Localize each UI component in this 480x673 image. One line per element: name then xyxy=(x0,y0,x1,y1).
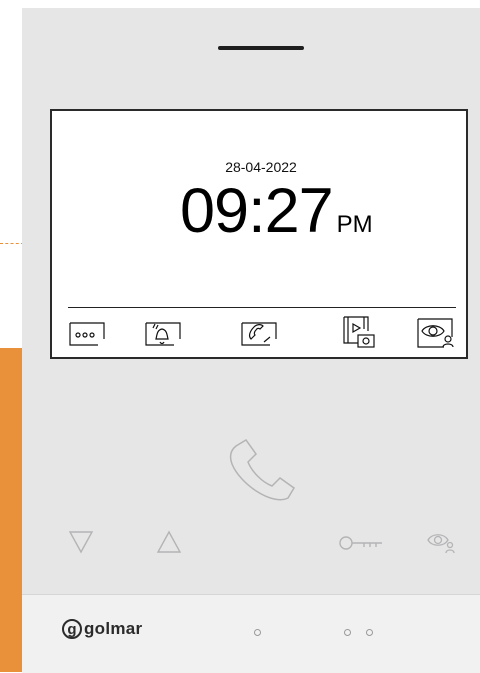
eye-user-icon[interactable] xyxy=(416,315,454,349)
triangle-down-icon[interactable] xyxy=(68,530,94,554)
speaker-slot xyxy=(218,46,304,50)
phone-icon[interactable] xyxy=(220,436,300,508)
menu-separator xyxy=(68,307,456,308)
bottom-strip: g golmar xyxy=(22,594,480,673)
handset-icon[interactable] xyxy=(240,315,278,349)
key-icon[interactable] xyxy=(338,536,384,550)
microphone-hole-2 xyxy=(366,629,373,636)
microphone-hole xyxy=(344,629,351,636)
status-led xyxy=(254,629,261,636)
background-orange-band xyxy=(0,348,24,672)
brand-initial: g xyxy=(62,619,82,639)
monitor-eye-icon[interactable] xyxy=(426,530,456,554)
display-screen: 28-04-2022 09:27 PM xyxy=(50,109,468,359)
film-camera-icon[interactable] xyxy=(340,315,378,349)
background-dashed-line xyxy=(0,243,24,244)
golmar-logo: g golmar xyxy=(62,619,142,639)
more-options-icon[interactable] xyxy=(68,315,106,349)
ampm-indicator: PM xyxy=(336,211,373,238)
clock: 09:27 PM xyxy=(180,173,373,243)
triangle-up-icon[interactable] xyxy=(156,530,182,554)
bell-icon[interactable] xyxy=(144,315,182,349)
time-display: 09:27 xyxy=(180,176,334,246)
brand-name: golmar xyxy=(84,619,143,638)
intercom-monitor: 28-04-2022 09:27 PM g golmar xyxy=(22,8,480,673)
